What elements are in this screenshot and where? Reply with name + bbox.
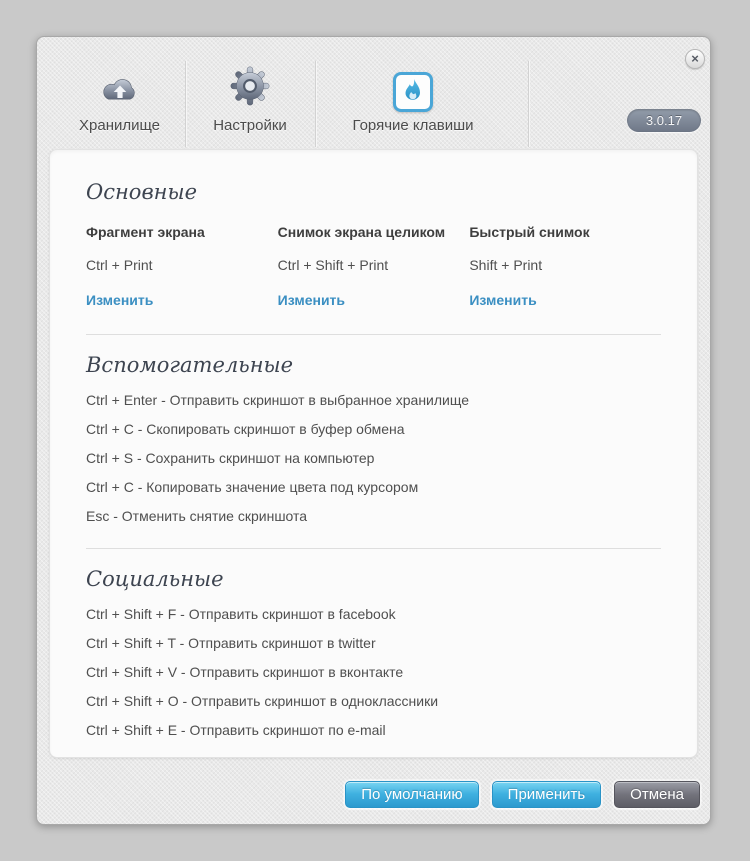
- footer-button-bar: По умолчанию Применить Отмена: [345, 781, 700, 808]
- hotkey-column-quick: Быстрый снимок Shift + Print Изменить: [469, 224, 661, 310]
- tab-settings[interactable]: Настройки: [185, 37, 315, 137]
- settings-window: × Хранилище Настройки Горячие клавиши 3.…: [36, 36, 711, 825]
- hotkey-list-item: Ctrl + Shift + F - Отправить скриншот в …: [86, 606, 396, 622]
- hotkey-combo: Ctrl + Print: [86, 257, 153, 273]
- hotkey-name: Фрагмент экрана: [86, 224, 205, 240]
- hotkey-list-item: Ctrl + Shift + E - Отправить скриншот по…: [86, 722, 386, 738]
- hotkeys-panel: Основные Фрагмент экрана Ctrl + Print Из…: [49, 149, 698, 758]
- change-link[interactable]: Изменить: [278, 292, 345, 308]
- tab-hotkeys-label: Горячие клавиши: [352, 117, 474, 134]
- apply-button[interactable]: Применить: [491, 781, 602, 808]
- tab-storage-label: Хранилище: [79, 117, 160, 134]
- hotkey-list-item: Ctrl + Shift + V - Отправить скриншот в …: [86, 664, 404, 680]
- hotkey-name: Быстрый снимок: [469, 224, 590, 240]
- cloud-upload-icon: [100, 75, 140, 112]
- change-link[interactable]: Изменить: [86, 292, 153, 308]
- hotkey-combo: Ctrl + Shift + Print: [277, 257, 389, 273]
- section-divider: [86, 334, 661, 335]
- hotkey-list-item: Ctrl + Shift + O - Отправить скриншот в …: [86, 693, 439, 709]
- hotkey-name: Снимок экрана целиком: [277, 224, 446, 240]
- hotkey-list-item: Ctrl + C - Копировать значение цвета под…: [86, 479, 419, 495]
- section-title-auxiliary: Вспомогательные: [86, 353, 294, 377]
- section-title-social: Социальные: [86, 567, 224, 591]
- tab-bar: Хранилище Настройки Горячие клавиши: [54, 37, 710, 137]
- social-hotkey-list: Ctrl + Shift + F - Отправить скриншот в …: [86, 606, 661, 738]
- change-link[interactable]: Изменить: [469, 292, 536, 308]
- tab-storage[interactable]: Хранилище: [54, 37, 185, 137]
- hotkey-list-item: Ctrl + Shift + T - Отправить скриншот в …: [86, 635, 376, 651]
- section-divider: [86, 548, 661, 549]
- hotkey-list-item: Ctrl + Enter - Отправить скриншот в выбр…: [86, 392, 470, 408]
- section-title-main: Основные: [86, 180, 198, 204]
- version-badge: 3.0.17: [627, 109, 701, 132]
- hotkey-list-item: Ctrl + C - Скопировать скриншот в буфер …: [86, 421, 405, 437]
- tab-hotkeys[interactable]: Горячие клавиши: [315, 37, 511, 137]
- tab-settings-label: Настройки: [213, 117, 287, 134]
- hotkey-list-item: Esc - Отменить снятие скриншота: [86, 508, 308, 524]
- hotkey-list-item: Ctrl + S - Сохранить скриншот на компьют…: [86, 450, 375, 466]
- main-hotkeys-row: Фрагмент экрана Ctrl + Print Изменить Сн…: [86, 224, 661, 310]
- hotkey-column-fragment: Фрагмент экрана Ctrl + Print Изменить: [86, 224, 278, 310]
- cancel-button[interactable]: Отмена: [614, 781, 700, 808]
- flame-icon: [393, 72, 433, 112]
- defaults-button[interactable]: По умолчанию: [345, 781, 479, 808]
- hotkey-column-fullscreen: Снимок экрана целиком Ctrl + Shift + Pri…: [278, 224, 470, 310]
- gear-icon: [229, 65, 271, 112]
- hotkey-combo: Shift + Print: [469, 257, 543, 273]
- auxiliary-hotkey-list: Ctrl + Enter - Отправить скриншот в выбр…: [86, 392, 661, 524]
